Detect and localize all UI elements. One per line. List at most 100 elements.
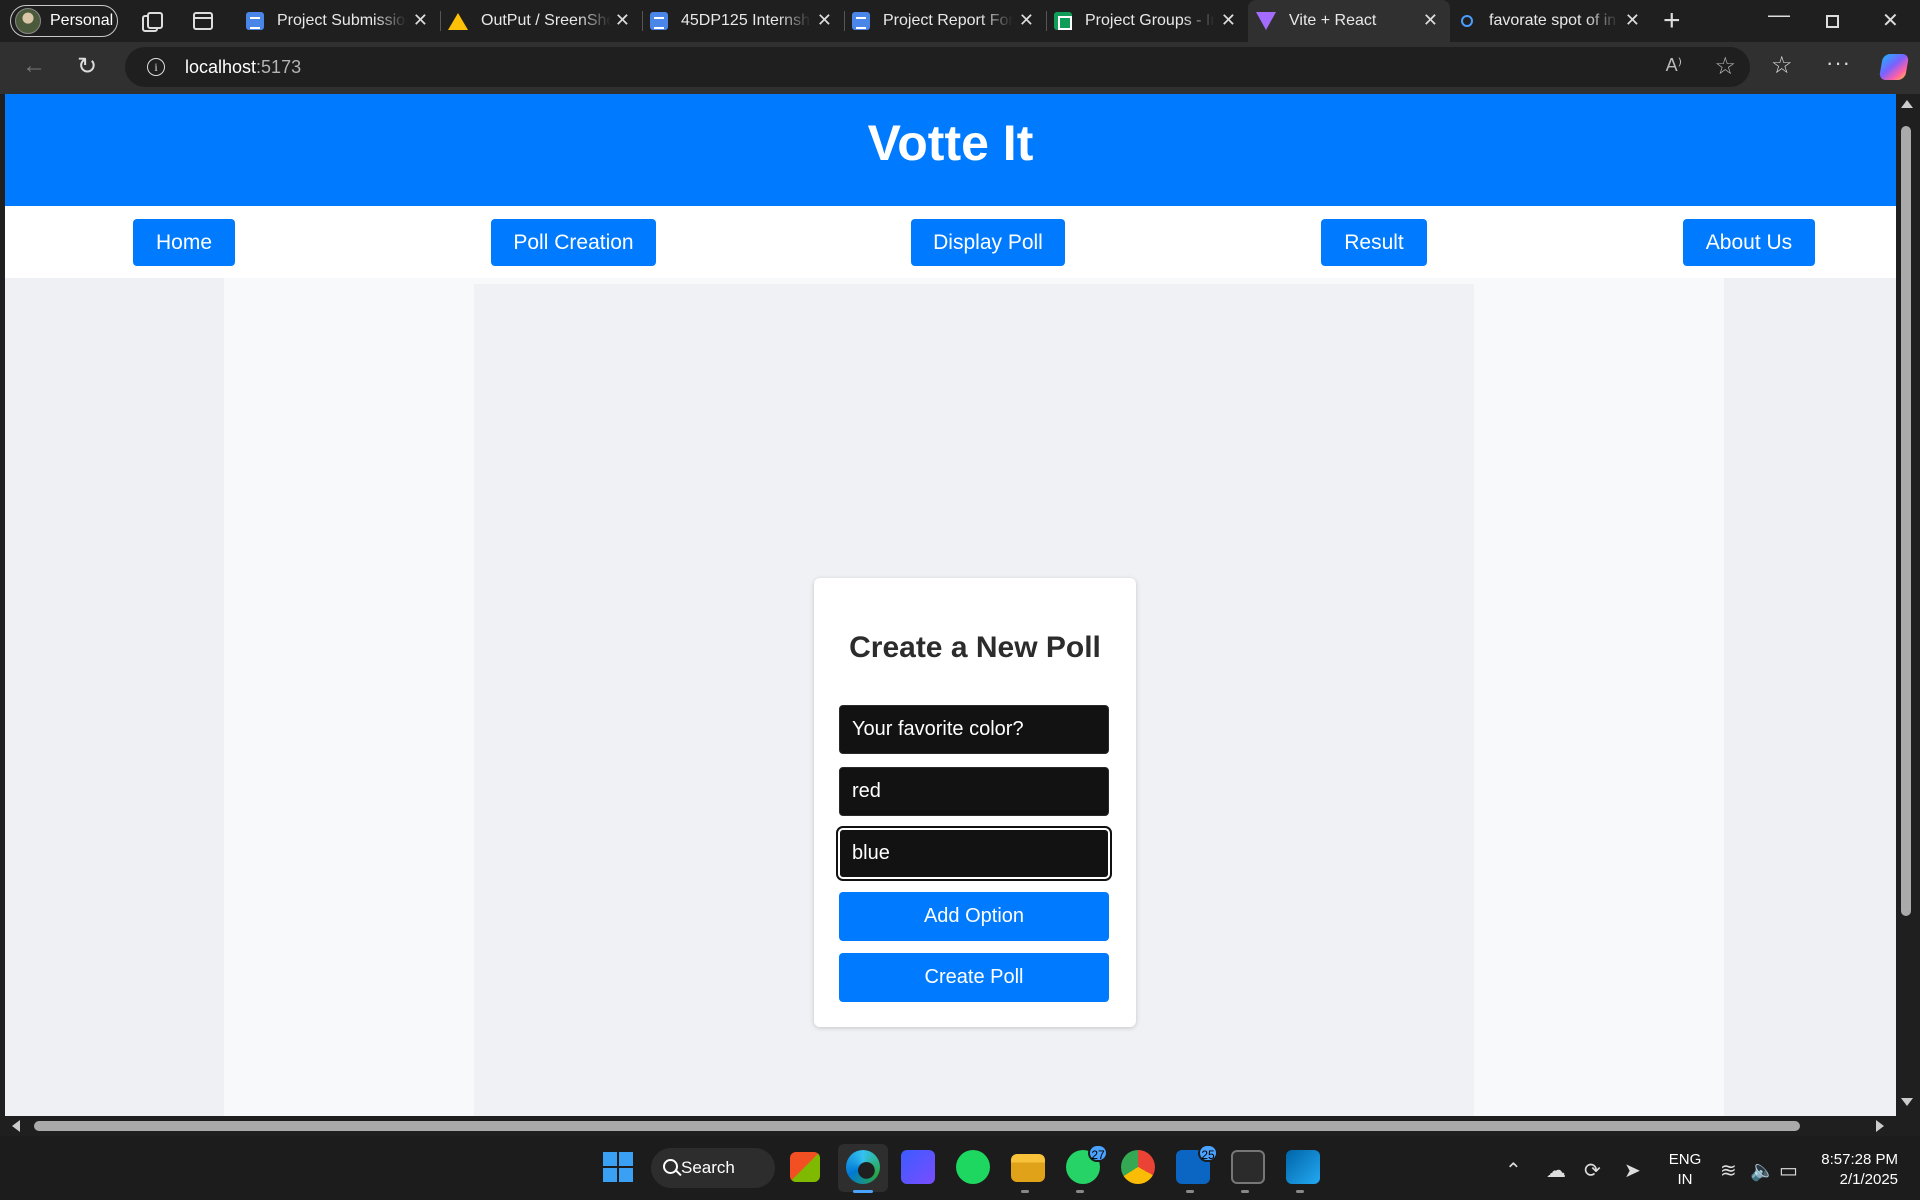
tab-title: Project Submission xyxy=(277,12,407,29)
battery-icon[interactable]: ▭ xyxy=(1779,1158,1798,1183)
docs-icon xyxy=(650,12,668,30)
tab-project-submission[interactable]: Project Submission ✕ xyxy=(238,0,440,42)
tab-output-screenshot[interactable]: OutPut / SreenShot ✕ xyxy=(440,0,642,42)
scrollbar-thumb[interactable] xyxy=(34,1121,1800,1131)
sync-icon[interactable]: ⟳ xyxy=(1584,1158,1601,1183)
url-port: :5173 xyxy=(256,57,302,77)
wifi-icon[interactable]: ≋ xyxy=(1720,1158,1737,1183)
nav-about-us-button[interactable]: About Us xyxy=(1683,219,1815,266)
system-clock[interactable]: 8:57:28 PM 2/1/2025 xyxy=(1808,1150,1898,1190)
notification-badge: 27 xyxy=(1088,1144,1108,1162)
create-poll-button[interactable]: Create Poll xyxy=(839,953,1109,1002)
scroll-left-arrow-icon[interactable] xyxy=(12,1120,20,1132)
vertical-scrollbar[interactable] xyxy=(1896,94,1920,1116)
new-tab-button[interactable]: + xyxy=(1663,4,1681,38)
tab-title: Vite + React xyxy=(1289,12,1377,29)
profile-button[interactable]: Personal xyxy=(10,5,118,37)
nav-display-poll-button[interactable]: Display Poll xyxy=(911,219,1065,266)
back-arrow-icon[interactable]: ← xyxy=(22,52,46,80)
drive-icon xyxy=(448,12,468,30)
edge-icon[interactable] xyxy=(846,1150,880,1184)
browser-tab-strip: Personal Project Submission ✕ OutPut / S… xyxy=(0,0,1920,42)
close-icon[interactable]: ✕ xyxy=(413,10,428,31)
docs-icon xyxy=(246,12,264,30)
active-indicator xyxy=(853,1190,873,1193)
url-host: localhost xyxy=(185,57,257,77)
windows-start-icon[interactable] xyxy=(601,1150,635,1184)
tab-title: 45DP125 Internship xyxy=(681,12,811,29)
docs-icon xyxy=(852,12,870,30)
tab-title: Project Groups - In xyxy=(1085,12,1215,29)
horizontal-scrollbar[interactable] xyxy=(0,1116,1920,1136)
window-close-icon[interactable]: ✕ xyxy=(1882,8,1899,33)
vite-icon xyxy=(1256,12,1276,30)
app-header: Votte It xyxy=(5,94,1896,206)
file-explorer-icon[interactable] xyxy=(1011,1154,1045,1182)
favorites-icon[interactable]: ☆ xyxy=(1771,51,1793,80)
workspaces-icon[interactable] xyxy=(140,10,163,32)
left-gutter xyxy=(5,278,224,1116)
page-title: Votte It xyxy=(867,115,1034,171)
nav-home-button[interactable]: Home xyxy=(133,219,235,266)
tab-internship[interactable]: 45DP125 Internship ✕ xyxy=(642,0,844,42)
taskbar-search[interactable]: Search xyxy=(651,1148,775,1188)
widgets-icon[interactable] xyxy=(790,1152,820,1182)
onedrive-icon[interactable]: ☁ xyxy=(1546,1158,1566,1183)
spotify-icon[interactable] xyxy=(956,1150,990,1184)
option-input-2[interactable]: blue xyxy=(836,826,1112,881)
info-icon[interactable]: i xyxy=(147,58,165,76)
right-gutter xyxy=(1724,278,1896,1116)
terminal-icon[interactable] xyxy=(1231,1150,1265,1184)
linkedin-icon[interactable]: 25 xyxy=(1176,1144,1218,1184)
chevron-up-icon[interactable]: ⌃ xyxy=(1505,1158,1522,1183)
tab-project-groups[interactable]: Project Groups - In ✕ xyxy=(1046,0,1248,42)
copilot-icon[interactable] xyxy=(1878,54,1910,80)
tab-title: OutPut / SreenShot xyxy=(481,12,611,29)
question-input[interactable]: Your favorite color? xyxy=(839,705,1109,754)
visual-studio-icon[interactable] xyxy=(901,1150,935,1184)
close-icon[interactable]: ✕ xyxy=(817,10,832,31)
nav-result-button[interactable]: Result xyxy=(1321,219,1427,266)
maximize-icon[interactable] xyxy=(1826,15,1839,28)
search-icon xyxy=(1461,15,1473,27)
scroll-right-arrow-icon[interactable] xyxy=(1876,1120,1884,1132)
url-text: localhost:5173 xyxy=(185,57,301,78)
location-icon[interactable]: ➤ xyxy=(1624,1158,1641,1183)
option-input-1[interactable]: red xyxy=(839,767,1109,816)
close-icon[interactable]: ✕ xyxy=(1019,10,1034,31)
tab-title: Project Report Form xyxy=(883,12,1013,29)
close-icon[interactable]: ✕ xyxy=(1221,10,1236,31)
vscode-icon[interactable] xyxy=(1286,1150,1320,1184)
scroll-up-arrow-icon[interactable] xyxy=(1901,100,1913,108)
scroll-down-arrow-icon[interactable] xyxy=(1901,1098,1913,1106)
avatar xyxy=(15,8,41,34)
language-indicator[interactable]: ENG IN xyxy=(1668,1150,1702,1190)
volume-icon[interactable]: 🔈 xyxy=(1750,1158,1775,1183)
running-indicator xyxy=(1186,1190,1194,1193)
clock-date: 2/1/2025 xyxy=(1839,1171,1898,1188)
create-poll-card: Create a New Poll Your favorite color? r… xyxy=(814,578,1136,1027)
close-icon[interactable]: ✕ xyxy=(615,10,630,31)
minimize-icon[interactable]: — xyxy=(1768,2,1790,28)
address-bar[interactable]: i localhost:5173 A⁾ ☆ xyxy=(125,47,1750,87)
card-title: Create a New Poll xyxy=(849,631,1101,664)
whatsapp-icon[interactable]: 27 xyxy=(1066,1144,1108,1184)
tab-search[interactable]: favorate spot of in ✕ xyxy=(1450,0,1652,42)
vertical-tabs-icon[interactable] xyxy=(193,12,213,30)
read-aloud-icon[interactable]: A⁾ xyxy=(1666,55,1682,76)
tab-vite-react[interactable]: Vite + React ✕ xyxy=(1248,0,1450,42)
chrome-icon[interactable] xyxy=(1121,1150,1155,1184)
region-code: IN xyxy=(1677,1171,1693,1188)
close-icon[interactable]: ✕ xyxy=(1423,10,1438,31)
close-icon[interactable]: ✕ xyxy=(1625,10,1640,31)
sheets-icon xyxy=(1054,12,1072,30)
favorite-star-icon[interactable]: ☆ xyxy=(1714,52,1736,81)
browser-toolbar: ← ↻ i localhost:5173 A⁾ ☆ ☆ ··· xyxy=(0,42,1920,94)
main-nav: Home Poll Creation Display Poll Result A… xyxy=(5,206,1896,278)
add-option-button[interactable]: Add Option xyxy=(839,892,1109,941)
tab-project-report[interactable]: Project Report Form ✕ xyxy=(844,0,1046,42)
nav-poll-creation-button[interactable]: Poll Creation xyxy=(491,219,656,266)
refresh-icon[interactable]: ↻ xyxy=(77,52,97,81)
more-options-icon[interactable]: ··· xyxy=(1826,50,1851,76)
scrollbar-thumb[interactable] xyxy=(1901,126,1911,916)
